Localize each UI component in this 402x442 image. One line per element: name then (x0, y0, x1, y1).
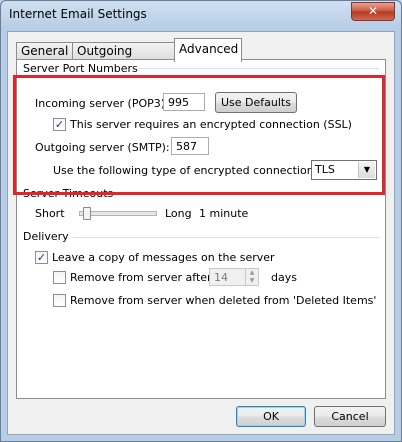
remove-after-days-value: 14 (214, 271, 228, 284)
delivery-group-label: Delivery (23, 230, 71, 243)
leave-copy-checkbox[interactable]: ✓ (35, 251, 48, 264)
days-spinner[interactable]: ▲ ▼ (245, 269, 258, 285)
ok-button[interactable]: OK (236, 406, 306, 427)
close-button[interactable]: ✕ (351, 2, 395, 21)
days-label: days (271, 271, 297, 284)
remove-after-checkbox[interactable] (53, 271, 66, 284)
timeout-slider-thumb[interactable] (83, 207, 91, 220)
leave-copy-label: Leave a copy of messages on the server (52, 251, 275, 264)
server-ports-group-label: Server Port Numbers (23, 62, 140, 75)
window-title: Internet Email Settings (9, 7, 147, 21)
dialog-window: Internet Email Settings ✕ General Outgoi… (0, 0, 402, 442)
remove-after-label: Remove from server after (70, 271, 212, 284)
highlight-box (13, 75, 385, 195)
remove-after-days-input[interactable]: 14 ▲ ▼ (209, 268, 259, 286)
remove-deleted-checkbox[interactable] (53, 294, 66, 307)
remove-deleted-label: Remove from server when deleted from 'De… (70, 294, 377, 307)
timeout-short-label: Short (35, 207, 65, 220)
timeout-long-label: Long (165, 207, 192, 220)
title-bar[interactable]: Internet Email Settings ✕ (1, 1, 401, 29)
timeout-value-label: 1 minute (199, 207, 249, 220)
tab-advanced[interactable]: Advanced (174, 38, 242, 62)
delivery-divider (73, 237, 379, 238)
cancel-button[interactable]: Cancel (314, 406, 386, 427)
close-icon: ✕ (367, 4, 379, 18)
